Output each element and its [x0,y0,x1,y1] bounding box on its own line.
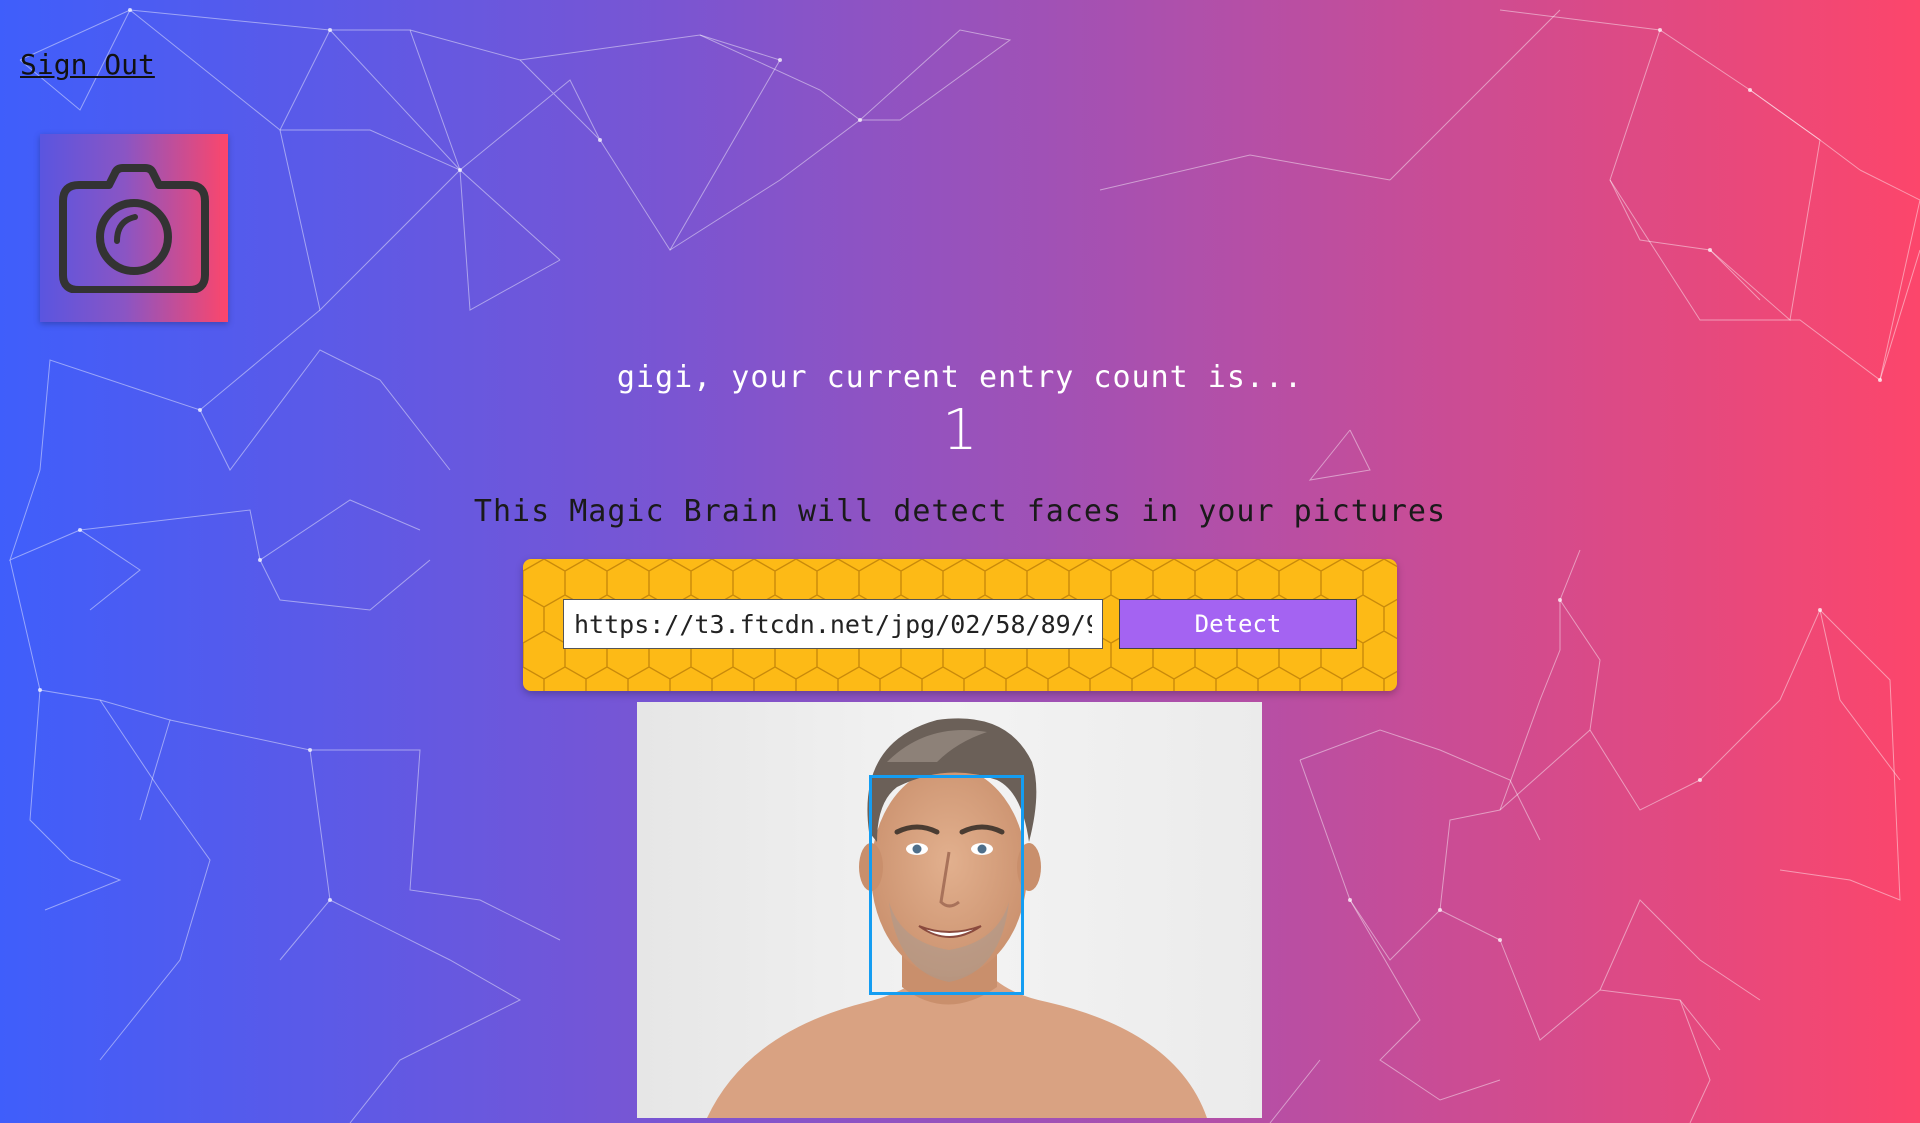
entry-count-label: gigi, your current entry count is... [616,360,1304,395]
camera-icon [59,164,209,293]
sign-out-link[interactable]: Sign Out [20,48,155,81]
face-bounding-box [869,775,1024,995]
app-description: This Magic Brain will detect faces in yo… [473,494,1447,529]
image-url-input[interactable] [563,599,1103,649]
entry-count-value: 1 [942,398,978,463]
app-logo [40,134,228,322]
detect-button[interactable]: Detect [1119,599,1357,649]
result-image [637,702,1262,1118]
image-link-form: Detect [523,559,1397,691]
